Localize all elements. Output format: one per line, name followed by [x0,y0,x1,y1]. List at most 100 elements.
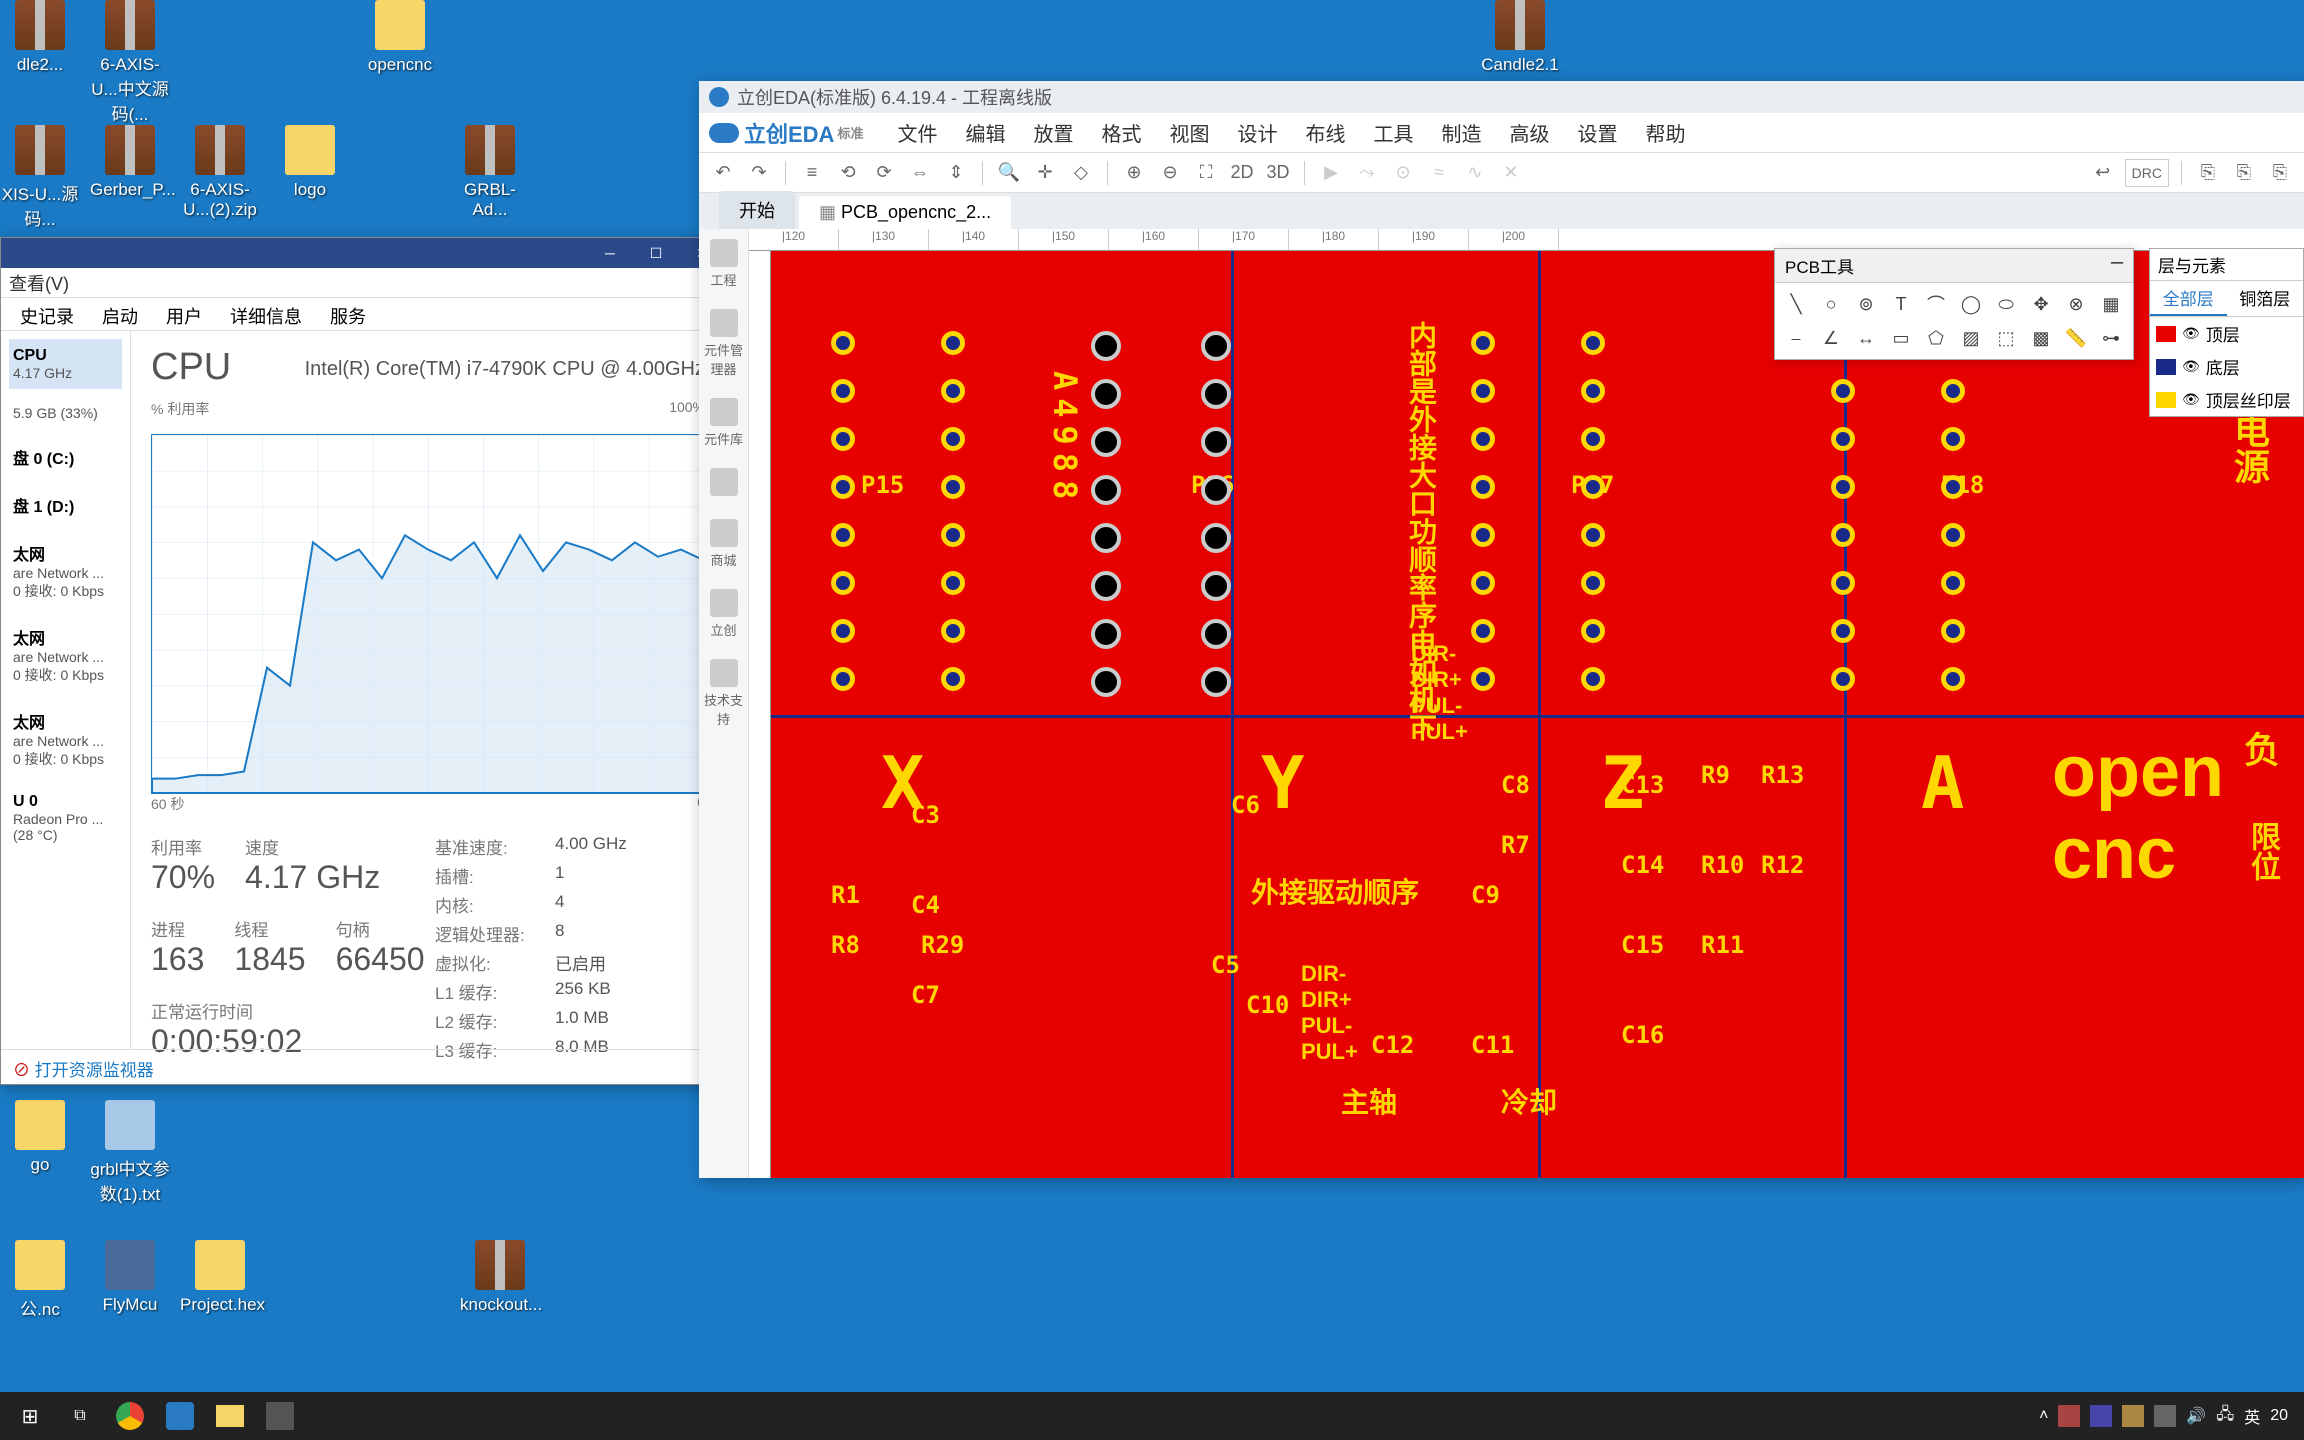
tray-app-3-icon[interactable] [2122,1405,2144,1427]
pcb-canvas[interactable]: open cnc X Y Z A A4988 内部是外接大口功顺率序电如机下 1… [771,251,2304,1178]
tool-copper[interactable]: ▨ [1956,323,1986,353]
export-2-icon[interactable]: ⎘ [2230,159,2258,187]
desktop-icon[interactable]: go [0,1100,80,1175]
undo-icon[interactable]: ↶ [709,159,737,187]
desktop-icon[interactable]: Gerber_P... [90,125,170,200]
desktop-icon[interactable]: 公.nc [0,1240,80,1320]
eda-logo[interactable]: 立创EDA 标准 [709,117,863,149]
maximize-button[interactable]: ☐ [633,238,679,268]
desktop-icon[interactable]: knockout... [460,1240,540,1315]
sidebar-gpu[interactable]: U 0 Radeon Pro ... (28 °C) [9,785,122,851]
eda-canvas-area[interactable]: |120|130|140|150|160|170|180|190|200 ope… [749,229,2304,1178]
tool-hole[interactable]: ⊗ [2061,289,2091,319]
desktop-icon[interactable]: 6-AXIS-U...中文源码(... [90,0,170,125]
tool-move[interactable]: ✥ [2026,289,2056,319]
tab-history[interactable]: 史记录 [6,298,88,330]
crosshair-icon[interactable]: ✛ [1031,159,1059,187]
tray-chevron-icon[interactable]: ˄ [2039,1407,2048,1425]
zoom-out-icon[interactable]: ⊖ [1156,159,1184,187]
desktop-icon[interactable]: grbl中文参数(1).txt [90,1100,170,1205]
align-icon[interactable]: ≡ [798,159,826,187]
eye-icon[interactable]: 👁 [2182,325,2200,342]
desktop-icon[interactable]: dle2... [0,0,80,75]
layers-panel[interactable]: 层与元素 全部层 铜箔层 👁顶层👁底层👁顶层丝印层 [2149,248,2304,417]
menu-view[interactable]: 查看(V) [9,270,69,296]
eye-icon[interactable]: 👁 [2182,391,2200,408]
via-icon[interactable]: ⊙ [1389,159,1417,187]
desktop-icon[interactable]: opencnc [360,0,440,75]
back-icon[interactable]: ↩ [2089,159,2117,187]
tool-rect[interactable]: ▭ [1886,323,1916,353]
desktop-icon[interactable]: FlyMcu [90,1240,170,1315]
start-button[interactable]: ⊞ [6,1396,54,1436]
tool-track[interactable]: ╲ [1781,289,1811,319]
redo-icon[interactable]: ↷ [745,159,773,187]
leftbar-libmgr[interactable]: 元件管理器 [704,309,744,378]
eda-menu-item[interactable]: 编辑 [951,118,1019,147]
tool-angle[interactable]: ∠ [1816,323,1846,353]
leftbar-lc[interactable]: 立创 [704,589,744,639]
pcb-board[interactable]: open cnc X Y Z A A4988 内部是外接大口功顺率序电如机下 1… [771,251,2304,1178]
taskmgr-titlebar[interactable]: ─ ☐ ✕ [1,238,725,268]
tool-keepout[interactable]: ⬚ [1991,323,2021,353]
tool-pad[interactable]: ○ [1816,289,1846,319]
eye-icon[interactable]: 👁 [2182,358,2200,375]
taskbar[interactable]: ⊞ ⧉ ˄ 🔊 🖧 英 20 [0,1392,2304,1440]
taskview-button[interactable]: ⧉ [56,1396,104,1436]
eda-menu-item[interactable]: 文件 [883,118,951,147]
export-1-icon[interactable]: ⎘ [2194,159,2222,187]
desktop-icon[interactable]: GRBL-Ad... [450,125,530,220]
layers-tab-all[interactable]: 全部层 [2150,281,2227,316]
eda-menu-item[interactable]: 设计 [1223,118,1291,147]
sidebar-disk-d[interactable]: 盘 1 (D:) [9,485,122,525]
pcb-tools-panel[interactable]: PCB工具 ─ ╲ ○ ⊚ T ⌒ ◯ ⬭ ✥ ⊗ ▦ ⎯ ∠ ↔ ▭ ⬠ ▨ … [1774,248,2134,360]
leftbar-project[interactable]: 工程 [704,239,744,289]
eda-menu-item[interactable]: 设置 [1563,118,1631,147]
drc-button[interactable]: DRC [2125,159,2169,187]
tool-ellipse[interactable]: ⬭ [1991,289,2021,319]
system-tray[interactable]: ˄ 🔊 🖧 英 20 [2039,1403,2298,1430]
eda-menu-item[interactable]: 格式 [1087,118,1155,147]
layers-tab-copper[interactable]: 铜箔层 [2227,281,2304,316]
cross-icon[interactable]: ✕ [1497,159,1525,187]
tray-volume-icon[interactable]: 🔊 [2186,1406,2206,1426]
tool-fill[interactable]: ▩ [2026,323,2056,353]
search-icon[interactable]: 🔍 [995,159,1023,187]
tray-app-1-icon[interactable] [2058,1405,2080,1427]
desktop-icon[interactable]: logo [270,125,350,200]
diff-pair-icon[interactable]: ≈ [1425,159,1453,187]
leftbar-support[interactable]: 技术支持 [704,659,744,728]
tray-clock[interactable]: 20 [2270,1407,2288,1425]
open-resource-monitor-link[interactable]: 打开资源监视器 [35,1061,154,1080]
tool-image[interactable]: ▦ [2096,289,2126,319]
tab-services[interactable]: 服务 [316,298,380,330]
eda-menu-item[interactable]: 制造 [1427,118,1495,147]
eda-menu-item[interactable]: 放置 [1019,118,1087,147]
desktop-icon[interactable]: 6-AXIS-U...(2).zip [180,125,260,220]
tool-polygon[interactable]: ⬠ [1921,323,1951,353]
minimize-button[interactable]: ─ [587,238,633,268]
tray-network-icon[interactable]: 🖧 [2216,1403,2234,1430]
tray-app-2-icon[interactable] [2090,1405,2112,1427]
zoom-in-icon[interactable]: ⊕ [1120,159,1148,187]
tool-text[interactable]: T [1886,289,1916,319]
eda-menu-item[interactable]: 帮助 [1631,118,1699,147]
tab-details[interactable]: 详细信息 [216,298,316,330]
tool-dimension[interactable]: ↔ [1851,323,1881,353]
chrome-icon[interactable] [106,1396,154,1436]
view-3d-button[interactable]: 3D [1264,159,1292,187]
eda-menu-item[interactable]: 高级 [1495,118,1563,147]
flip-v-icon[interactable]: ⇕ [942,159,970,187]
tray-language[interactable]: 英 [2244,1404,2260,1428]
tab-users[interactable]: 用户 [152,298,216,330]
sidebar-disk-c[interactable]: 盘 0 (C:) [9,437,122,477]
sidebar-ethernet-3[interactable]: 太网 are Network ... 0 接收: 0 Kbps [9,701,122,777]
tool-connect[interactable]: ⊶ [2096,323,2126,353]
leftbar-library[interactable]: 元件库 [704,398,744,448]
eda-taskbar-icon[interactable] [156,1396,204,1436]
sidebar-ethernet-1[interactable]: 太网 are Network ... 0 接收: 0 Kbps [9,533,122,609]
tab-startup[interactable]: 启动 [88,298,152,330]
zoom-fit-icon[interactable]: ⛶ [1192,159,1220,187]
eda-menu-item[interactable]: 布线 [1291,118,1359,147]
layer-row[interactable]: 👁顶层 [2150,317,2303,350]
